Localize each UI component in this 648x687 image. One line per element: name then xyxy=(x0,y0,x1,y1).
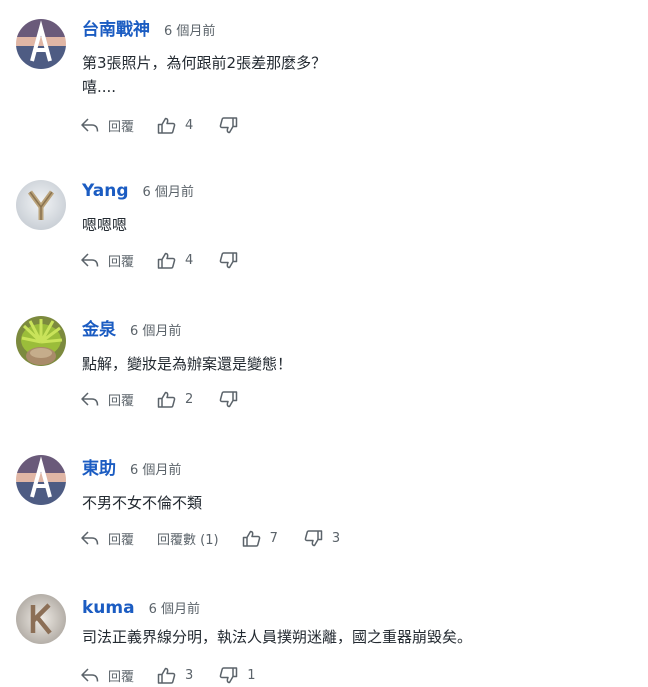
comment-line: 不男不女不倫不類 xyxy=(82,494,203,512)
author-name[interactable]: Yang xyxy=(82,180,129,202)
reply-arrow-icon xyxy=(81,252,99,267)
reply-label: 回覆 xyxy=(108,393,135,409)
letter-a-avatar-icon xyxy=(16,455,66,505)
letter-y-avatar-icon xyxy=(16,180,66,230)
like-count: 2 xyxy=(185,391,194,407)
reply-button[interactable]: 回覆 xyxy=(80,529,134,548)
author-name[interactable]: 台南戰神 xyxy=(82,19,150,41)
thumbs-down-icon xyxy=(219,390,238,407)
author-name[interactable]: 金泉 xyxy=(82,319,116,341)
thumbs-down-icon xyxy=(304,529,323,546)
dislike-button[interactable]: 1 xyxy=(219,666,256,684)
thumbs-down-icon xyxy=(219,666,238,683)
timestamp: 6 個月前 xyxy=(130,463,182,478)
comment-line: 嗯嗯嗯 xyxy=(82,216,128,234)
reply-label: 回覆 xyxy=(108,532,135,548)
reply-label: 回覆 xyxy=(108,119,135,135)
like-count: 4 xyxy=(185,252,194,268)
like-button[interactable]: 7 xyxy=(242,530,278,547)
timestamp: 6 個月前 xyxy=(142,185,194,200)
comment-line: 司法正義界線分明，執法人員撲朔迷離，國之重器崩毀矣。 xyxy=(82,628,473,646)
reply-label: 回覆 xyxy=(108,254,135,270)
replies-count-label: 回覆數 (1) xyxy=(157,532,219,548)
avatar[interactable] xyxy=(16,180,66,230)
like-count: 4 xyxy=(185,117,194,133)
dislike-count: 3 xyxy=(331,530,341,546)
dislike-count: 1 xyxy=(247,667,256,683)
comment-text: 點解，變妝是為辦案還是變態！ xyxy=(82,352,292,376)
thumbs-up-icon xyxy=(157,252,176,269)
reply-arrow-icon xyxy=(81,530,99,545)
comment-line: 點解，變妝是為辦案還是變態！ xyxy=(82,355,293,373)
timestamp: 6 個月前 xyxy=(164,24,216,39)
comment-text: 司法正義界線分明，執法人員撲朔迷離，國之重器崩毀矣。 xyxy=(82,625,472,649)
dislike-button[interactable] xyxy=(219,116,238,134)
reply-button[interactable]: 回覆 xyxy=(80,666,134,685)
avatar[interactable] xyxy=(16,19,66,69)
thumbs-up-icon xyxy=(242,530,260,547)
like-button[interactable]: 4 xyxy=(157,252,193,269)
thumbs-up-icon xyxy=(157,667,176,684)
like-button[interactable]: 3 xyxy=(157,667,193,684)
thumbs-down-icon xyxy=(219,251,238,268)
letter-a-avatar-icon xyxy=(16,19,66,69)
reply-label: 回覆 xyxy=(108,669,135,685)
comment-text: 不男不女不倫不類 xyxy=(82,491,202,515)
thumbs-up-icon xyxy=(157,117,176,134)
thumbs-up-icon xyxy=(157,391,176,408)
timestamp: 6 個月前 xyxy=(130,324,182,339)
timestamp: 6 個月前 xyxy=(148,602,200,617)
reply-arrow-icon xyxy=(81,117,99,132)
reply-button[interactable]: 回覆 xyxy=(80,116,134,135)
author-name[interactable]: 東助 xyxy=(82,458,116,480)
like-button[interactable]: 2 xyxy=(157,391,193,408)
plant-photo-avatar-icon xyxy=(16,316,66,366)
author-name[interactable]: kuma xyxy=(82,597,135,619)
letter-k-avatar-icon xyxy=(16,594,66,644)
like-count: 7 xyxy=(269,530,278,546)
comment-line: 嘻.... xyxy=(82,78,117,96)
like-button[interactable]: 4 xyxy=(157,117,193,134)
reply-arrow-icon xyxy=(81,391,99,406)
thumbs-down-icon xyxy=(219,116,238,133)
reply-button[interactable]: 回覆 xyxy=(80,390,134,409)
like-count: 3 xyxy=(185,667,194,683)
dislike-button[interactable] xyxy=(219,251,238,269)
dislike-button[interactable] xyxy=(219,390,238,408)
avatar[interactable] xyxy=(16,316,66,366)
dislike-button[interactable]: 3 xyxy=(304,529,341,547)
reply-button[interactable]: 回覆 xyxy=(80,251,134,270)
comment-text: 嗯嗯嗯 xyxy=(82,213,127,237)
comment-text: 第3張照片，為何跟前2張差那麼多？ 嘻.... xyxy=(82,51,326,99)
view-replies-button[interactable]: 回覆數 (1) xyxy=(157,529,219,548)
reply-arrow-icon xyxy=(81,667,99,682)
avatar[interactable] xyxy=(16,455,66,505)
avatar[interactable] xyxy=(16,594,66,644)
comment-line: 第3張照片，為何跟前2張差那麼多？ xyxy=(82,54,327,72)
